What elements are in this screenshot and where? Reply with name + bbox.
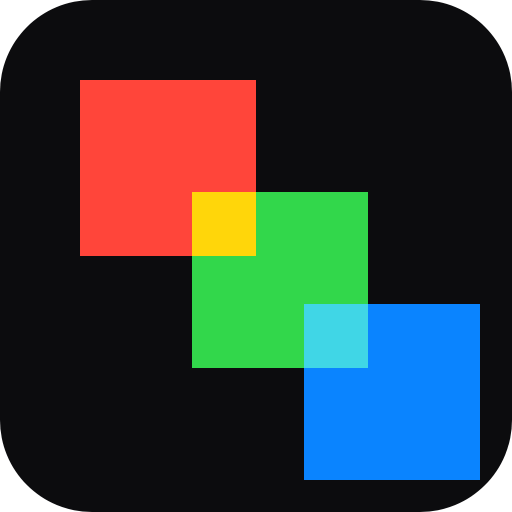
app-icon-background bbox=[0, 0, 512, 512]
red-green-overlap bbox=[192, 192, 256, 256]
green-blue-overlap bbox=[304, 304, 368, 368]
app-icon bbox=[0, 0, 512, 512]
